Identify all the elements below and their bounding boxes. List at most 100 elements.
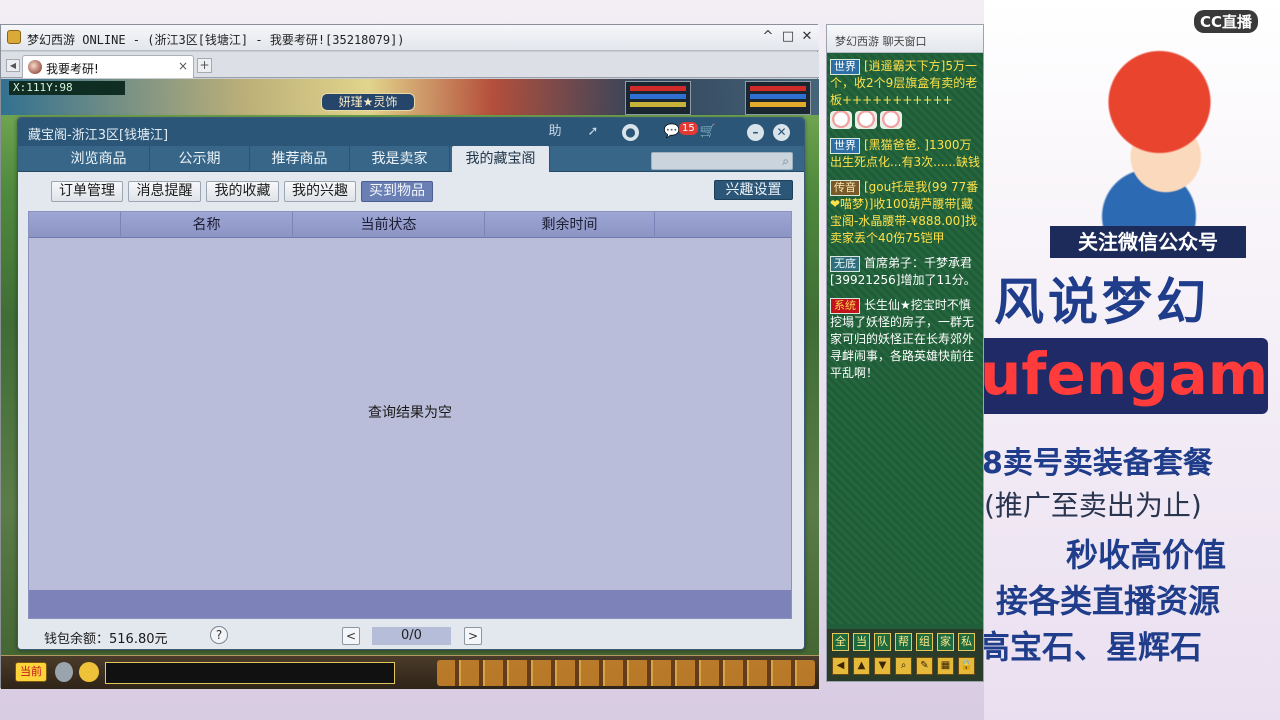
results-table: 名称 当前状态 剩余时间 查询结果为空 xyxy=(28,211,792,619)
search-icon[interactable]: ⌕ xyxy=(782,154,789,169)
tab-my-pavilion[interactable]: 我的藏宝阁 xyxy=(452,146,550,172)
my-interests-button[interactable]: 我的兴趣 xyxy=(284,181,356,202)
tab-close-icon[interactable]: × xyxy=(178,59,188,73)
map-coordinates: X:111Y:98 xyxy=(9,81,125,95)
mascot-illustration xyxy=(1044,36,1254,256)
pet-exp-bar xyxy=(630,102,686,107)
chat-message: 世界 [黑猫爸爸. ]1300万出生死点化...有3次......缺钱 xyxy=(830,137,980,171)
channel-current[interactable]: 当 xyxy=(853,633,870,651)
promo-line-4: 接各类直播资源 xyxy=(996,582,1221,620)
tab-seller[interactable]: 我是卖家 xyxy=(350,146,450,172)
empty-result-message: 查询结果为空 xyxy=(368,405,452,421)
arrow-left-icon[interactable]: ◀ xyxy=(832,657,849,675)
cart-icon[interactable]: 🛒 xyxy=(698,122,718,142)
treasure-pavilion-dialog: 藏宝阁-浙江3区[钱塘江] 助 ➚ ● 💬 15 🛒 – ✕ 浏览商品 公示期 … xyxy=(17,117,805,650)
tab-scroll-left-icon[interactable]: ◀ xyxy=(6,59,20,72)
tab-recommended[interactable]: 推荐商品 xyxy=(250,146,350,172)
search-chat-icon[interactable]: ⌕ xyxy=(895,657,912,675)
chat-messages[interactable]: 世界 [逍遥霸天下方]5万一个，收2个9层旗盒有卖的老板+++++++++++ 世… xyxy=(827,54,983,624)
record-icon[interactable]: ● xyxy=(622,124,639,141)
arrow-down-icon[interactable]: ▼ xyxy=(874,657,891,675)
wallet-balance: 钱包余额：516.80元 xyxy=(44,632,168,647)
help-button[interactable]: 助 xyxy=(546,122,564,142)
chat-window: 梦幻西游 聊天窗口 世界 [逍遥霸天下方]5万一个，收2个9层旗盒有卖的老板+++… xyxy=(826,24,984,682)
promo-line-3: 秒收高价值 xyxy=(1066,536,1227,574)
channel-tag: 世界 xyxy=(830,59,860,75)
player-hp-bar xyxy=(750,86,806,91)
player-status-bars xyxy=(745,81,811,115)
prev-page-button[interactable]: < xyxy=(342,627,360,645)
tab-game[interactable]: 我要考研! × xyxy=(22,55,194,78)
help-icon[interactable]: ? xyxy=(210,626,228,644)
table-header: 名称 当前状态 剩余时间 xyxy=(29,212,791,238)
column-blank xyxy=(29,212,121,238)
channel-group[interactable]: 组 xyxy=(916,633,933,651)
brand-title: 风说梦幻 xyxy=(994,273,1210,331)
emote-icon[interactable] xyxy=(79,662,99,682)
grid-icon[interactable]: ▦ xyxy=(937,657,954,675)
interest-settings-button[interactable]: 兴趣设置 xyxy=(714,180,793,200)
chat-controls: 全 当 队 帮 组 家 私 ◀ ▲ ▼ ⌕ ✎ ▦ 🔒 xyxy=(827,629,983,681)
channel-guild[interactable]: 帮 xyxy=(895,633,912,651)
chat-message: 系统 长生仙★挖宝时不慎挖塌了妖怪的房子，一群无家可归的妖怪正在长寿郊外寻衅闹事，… xyxy=(830,297,980,382)
chat-header: 梦幻西游 聊天窗口 xyxy=(827,25,983,53)
promo-line-2: (推广至卖出为止) xyxy=(984,489,1202,522)
window-title: 梦幻西游 ONLINE - (浙江3区[钱塘江] - 我要考研![3521807… xyxy=(27,33,405,47)
player-mp-bar xyxy=(750,94,806,99)
cc-live-logo: CC直播 xyxy=(1194,10,1259,33)
message-count-badge: 15 xyxy=(679,122,698,135)
bottom-hud: 当前 xyxy=(1,655,819,689)
table-footer xyxy=(29,590,791,618)
chat-message: 传音 [gou托是我(99 77番❤喵梦)]收100葫芦腰带[藏宝阁-水晶腰带-¥… xyxy=(830,179,980,247)
tab-label: 我要考研! xyxy=(46,62,99,76)
tab-strip: ◀ 我要考研! × + xyxy=(1,52,819,78)
pet-hp-bar xyxy=(630,86,686,91)
note-icon[interactable]: ✎ xyxy=(916,657,933,675)
share-icon[interactable]: ➚ xyxy=(584,122,602,142)
column-time-left: 剩余时间 xyxy=(485,212,655,238)
window-titlebar: 梦幻西游 ONLINE - (浙江3区[钱塘江] - 我要考研![3521807… xyxy=(1,25,819,51)
channel-tag: 传音 xyxy=(830,180,860,196)
channel-team[interactable]: 队 xyxy=(874,633,891,651)
arrow-up-icon[interactable]: ▲ xyxy=(853,657,870,675)
search-input[interactable]: ⌕ xyxy=(651,152,793,170)
stream-promo-panel: CC直播 关注微信公众号 风说梦幻 ufengamh 8卖号卖装备套餐 (推广至… xyxy=(984,0,1280,720)
lock-icon[interactable]: 🔒 xyxy=(958,657,975,675)
tab-favicon-icon xyxy=(28,60,42,74)
channel-tag: 系统 xyxy=(830,298,860,314)
game-app-icon xyxy=(7,30,21,44)
column-name: 名称 xyxy=(121,212,293,238)
channel-private[interactable]: 私 xyxy=(958,633,975,651)
next-page-button[interactable]: > xyxy=(464,627,482,645)
microphone-icon[interactable] xyxy=(55,662,73,682)
promo-line-5: 高宝石、星辉石 xyxy=(984,628,1203,666)
pet-status-bars xyxy=(625,81,691,115)
close-dialog-icon[interactable]: ✕ xyxy=(773,124,790,141)
promo-line-1: 8卖号卖装备套餐 xyxy=(984,446,1213,481)
channel-family[interactable]: 家 xyxy=(937,633,954,651)
order-management-button[interactable]: 订单管理 xyxy=(51,181,123,202)
column-status: 当前状态 xyxy=(293,212,485,238)
follow-banner: 关注微信公众号 xyxy=(1050,226,1246,258)
dialog-header: 藏宝阁-浙江3区[钱塘江] 助 ➚ ● 💬 15 🛒 – ✕ xyxy=(18,118,804,146)
minimize-button[interactable]: ^ xyxy=(759,28,777,46)
chat-title: 梦幻西游 聊天窗口 xyxy=(835,35,927,48)
close-window-button[interactable]: ✕ xyxy=(798,28,816,46)
tab-browse[interactable]: 浏览商品 xyxy=(48,146,150,172)
player-sp-bar xyxy=(750,102,806,107)
channel-tag: 世界 xyxy=(830,138,860,154)
toolbar-icons[interactable] xyxy=(437,660,815,686)
new-tab-button[interactable]: + xyxy=(197,58,212,73)
chat-input[interactable] xyxy=(105,662,395,684)
minimize-dialog-icon[interactable]: – xyxy=(747,124,764,141)
tab-publicity[interactable]: 公示期 xyxy=(150,146,250,172)
my-favorites-button[interactable]: 我的收藏 xyxy=(206,181,279,202)
restore-button[interactable]: □ xyxy=(779,28,797,46)
channel-all[interactable]: 全 xyxy=(832,633,849,651)
wechat-id: ufengamh xyxy=(984,338,1268,414)
chat-channel-button[interactable]: 当前 xyxy=(15,662,47,682)
emoticon-icon xyxy=(830,111,852,129)
message-reminder-button[interactable]: 消息提醒 xyxy=(128,181,201,202)
chat-message: 无底 首席弟子：千梦承君[39921256]增加了11分。 xyxy=(830,255,980,289)
purchased-items-button[interactable]: 买到物品 xyxy=(361,181,433,202)
